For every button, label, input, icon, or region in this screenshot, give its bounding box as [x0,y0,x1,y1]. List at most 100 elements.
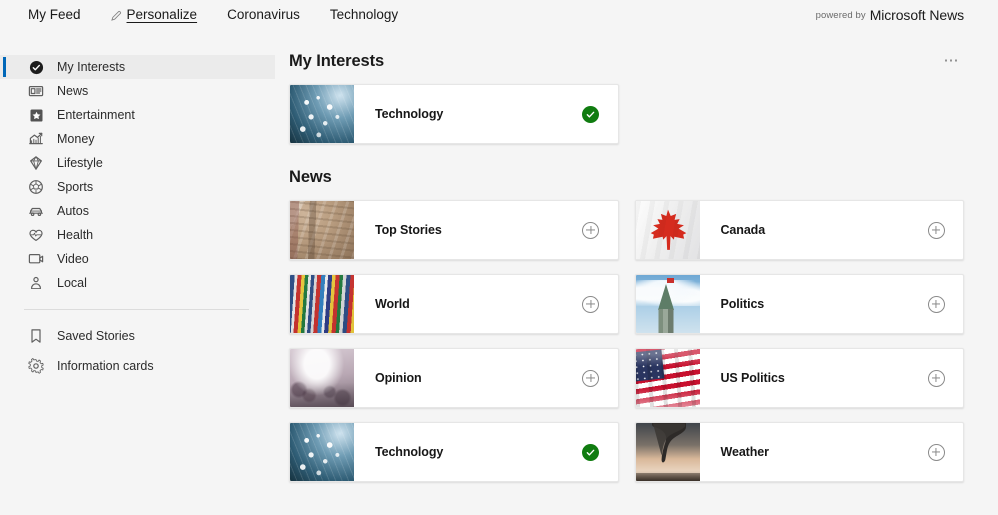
plus-circle-icon[interactable] [928,296,945,313]
sidebar-item-information-cards[interactable]: Information cards [0,354,275,378]
pencil-icon [111,10,122,21]
interest-toggle-button[interactable] [564,275,618,333]
my-interests-card-grid: Technology [289,84,964,144]
nav-item-personalize[interactable]: Personalize [111,0,216,30]
video-icon [28,251,44,267]
brand-name: Microsoft News [870,7,964,23]
brand-prefix: powered by [816,10,866,21]
heartbeat-icon [28,227,44,243]
interest-toggle-button[interactable] [909,349,963,407]
interest-card[interactable]: US Politics [635,348,965,408]
sidebar-item-saved-stories[interactable]: Saved Stories [0,324,275,348]
flag-shading [636,349,700,407]
sidebar-footer-list: Saved Stories Information cards [0,324,275,378]
interest-card[interactable]: Opinion [289,348,619,408]
interest-card[interactable]: Technology [289,422,619,482]
brand-attribution: powered by Microsoft News [816,0,964,30]
sidebar-item-lifestyle[interactable]: Lifestyle [0,151,275,175]
interest-thumbnail [636,349,700,407]
nav-item-label: My Feed [28,0,81,30]
sidebar-item-entertainment[interactable]: Entertainment [0,103,275,127]
bookmark-icon [28,328,44,344]
interest-thumbnail [636,423,700,481]
nav-item-label: Coronavirus [227,0,300,30]
interest-card-label: Opinion [354,349,564,407]
check-circle-icon [28,59,44,75]
interest-card-label: Technology [354,85,564,143]
nav-item-my-feed[interactable]: My Feed [28,0,99,30]
plus-circle-icon[interactable] [582,222,599,239]
sidebar-item-local[interactable]: Local [0,271,275,295]
interest-toggle-button[interactable] [564,423,618,481]
maple-leaf-icon [647,208,689,252]
sidebar: My Interests News Entertainment Money Lifest… [0,30,275,515]
sidebar-item-label: Information cards [57,359,154,373]
plus-circle-icon[interactable] [928,222,945,239]
interest-card[interactable]: Top Stories [289,200,619,260]
sidebar-item-label: Sports [57,180,93,194]
overflow-menu-button[interactable]: ⋯ [940,52,965,70]
check-circle-filled-icon[interactable] [582,444,599,461]
interest-thumbnail [290,349,354,407]
interest-card[interactable]: Politics [635,274,965,334]
nav-item-label: Technology [330,0,398,30]
sidebar-item-my-interests[interactable]: My Interests [0,55,275,79]
flags-shading [290,275,354,333]
page-title: My Interests [289,52,384,71]
interest-thumbnail [290,275,354,333]
interest-card[interactable]: Weather [635,422,965,482]
sidebar-item-autos[interactable]: Autos [0,199,275,223]
sidebar-item-label: Saved Stories [57,329,135,343]
plus-circle-icon[interactable] [928,444,945,461]
sidebar-divider [24,309,249,310]
news-card-grid: Top Stories Canada World Politics Opinion US … [289,200,964,482]
gem-icon [28,155,44,171]
car-icon [28,203,44,219]
plus-circle-icon[interactable] [928,370,945,387]
sidebar-item-label: Money [57,132,95,146]
interest-thumbnail [290,201,354,259]
sidebar-item-sports[interactable]: Sports [0,175,275,199]
person-pin-icon [28,275,44,291]
interest-toggle-button[interactable] [909,201,963,259]
sidebar-item-label: My Interests [57,60,125,74]
interest-card[interactable]: World [289,274,619,334]
microphone-shape [319,372,330,402]
chart-up-icon [28,131,44,147]
sidebar-item-video[interactable]: Video [0,247,275,271]
newspaper-icon [28,83,44,99]
main-content: My Interests ⋯ Technology News Top Stori… [275,30,998,515]
interest-card[interactable]: Canada [635,200,965,260]
plus-circle-icon[interactable] [582,370,599,387]
nav-item-technology[interactable]: Technology [330,0,416,30]
interest-toggle-button[interactable] [564,85,618,143]
sidebar-item-news[interactable]: News [0,79,275,103]
interest-thumbnail [636,201,700,259]
interest-toggle-button[interactable] [909,423,963,481]
nav-item-label: Personalize [127,0,198,30]
nav-item-coronavirus[interactable]: Coronavirus [227,0,318,30]
gear-icon [28,358,44,374]
sidebar-item-label: Entertainment [57,108,135,122]
interest-card-label: Weather [700,423,910,481]
interest-card-label: Top Stories [354,201,564,259]
top-navigation-bar: My FeedPersonalizeCoronavirusTechnology … [0,0,998,30]
sidebar-item-label: Local [57,276,87,290]
star-box-icon [28,107,44,123]
check-circle-filled-icon[interactable] [582,106,599,123]
ball-icon [28,179,44,195]
news-section-title: News [289,168,964,187]
nav-item-list: My Feed Personalize Coronavirus Technology [28,0,428,30]
interest-toggle-button[interactable] [564,349,618,407]
interest-card[interactable]: Technology [289,84,619,144]
sidebar-item-label: Video [57,252,89,266]
sidebar-item-label: Lifestyle [57,156,103,170]
sidebar-item-health[interactable]: Health [0,223,275,247]
interest-toggle-button[interactable] [909,275,963,333]
sidebar-item-label: Autos [57,204,89,218]
sidebar-item-money[interactable]: Money [0,127,275,151]
sidebar-category-list: My Interests News Entertainment Money Lifest… [0,55,275,295]
interest-thumbnail [290,423,354,481]
interest-toggle-button[interactable] [564,201,618,259]
plus-circle-icon[interactable] [582,296,599,313]
